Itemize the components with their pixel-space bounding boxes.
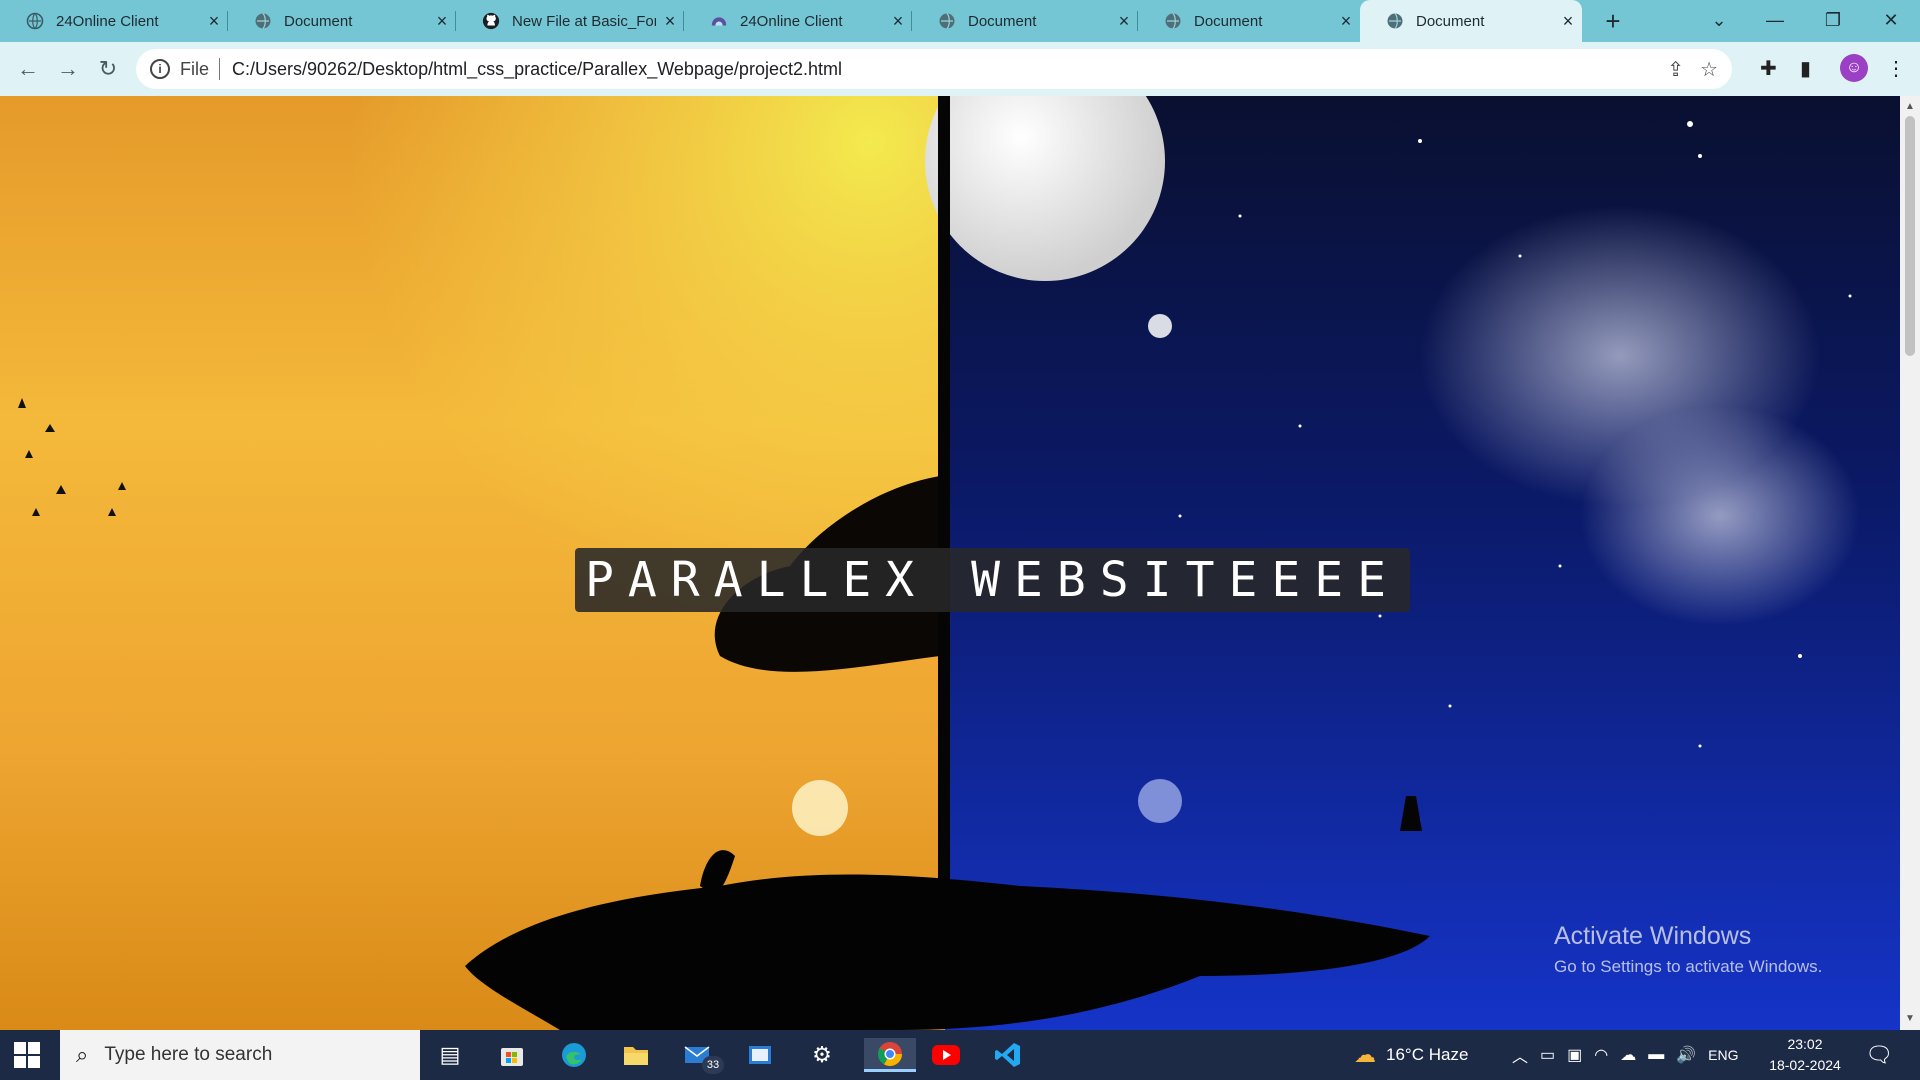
bookmark-star-icon[interactable]: ☆ [1700,57,1718,82]
tab-title: Document [968,12,1037,30]
tab-title: New File at Basic_For [512,12,656,30]
windows-taskbar: ⌕ Type here to search ▤ 33 ⚙ ☁ 16°C Haze… [0,1030,1920,1080]
info-icon[interactable]: i [150,59,170,79]
minimize-button[interactable]: — [1748,0,1802,42]
close-window-button[interactable]: ✕ [1864,0,1918,42]
settings-gear-icon[interactable]: ⚙ [804,1038,840,1072]
divider [219,58,221,80]
weather-widget[interactable]: ☁ 16°C Haze [1354,1030,1468,1080]
vscode-icon[interactable] [990,1038,1026,1072]
vertical-scrollbar[interactable]: ▲ ▼ [1900,96,1920,1030]
file-explorer-icon[interactable] [618,1038,654,1072]
tab-strip: 24Online Client × Document × New File at… [0,0,1920,42]
tab-0[interactable]: 24Online Client × [0,0,228,42]
new-tab-button[interactable]: + [1598,6,1628,36]
weather-haze-icon: ☁ [1354,1042,1376,1067]
close-icon[interactable]: × [200,11,228,32]
globe-icon [1386,12,1404,30]
language-indicator[interactable]: ENG [1708,1047,1738,1063]
activate-windows-heading: Activate Windows [1554,922,1752,950]
globe-icon [1164,12,1182,30]
cloud-icon [710,12,728,30]
github-icon [482,12,500,30]
notifications-icon[interactable]: 🗨 [1864,1038,1894,1072]
scroll-down-icon[interactable]: ▼ [1904,1014,1916,1024]
url-text[interactable]: C:/Users/90262/Desktop/html_css_practice… [232,59,842,80]
taskbar-search-box[interactable]: ⌕ Type here to search [60,1030,420,1080]
scroll-thumb[interactable] [1905,116,1915,356]
close-icon[interactable]: × [1332,11,1360,32]
wifi-icon[interactable]: ◠ [1594,1045,1608,1065]
battery-icon[interactable]: ▬ [1648,1046,1664,1064]
close-icon[interactable]: × [656,11,684,32]
search-icon: ⌕ [76,1042,89,1067]
youtube-icon[interactable] [928,1038,964,1072]
tab-title: Document [1194,12,1263,30]
close-icon[interactable]: × [1110,11,1138,32]
meet-now-icon[interactable]: ▭ [1540,1045,1555,1065]
tab-4[interactable]: Document × [912,0,1138,42]
tab-2[interactable]: New File at Basic_For × [456,0,684,42]
globe-icon [938,12,956,30]
browser-toolbar: ← → ↻ i File C:/Users/90262/Desktop/html… [0,42,1920,96]
weather-text: 16°C Haze [1386,1045,1469,1064]
taskbar-clock[interactable]: 23:02 18-02-2024 [1766,1034,1844,1076]
restore-button[interactable]: ❐ [1806,0,1860,42]
globe-icon [26,12,44,30]
windows-start-icon[interactable] [14,1042,40,1068]
extensions-icon[interactable]: ✚ [1760,56,1777,81]
forward-button[interactable]: → [52,53,84,85]
clock-time: 23:02 [1787,1036,1823,1052]
volume-icon[interactable]: 🔊 [1676,1045,1696,1065]
share-icon[interactable]: ⇪ [1667,57,1684,82]
app-tray-icon[interactable]: ▣ [1567,1045,1582,1065]
reload-button[interactable]: ↻ [92,53,124,85]
system-tray-icons: ︿ ▭ ▣ ◠ ☁ ▬ 🔊 ENG [1512,1030,1739,1080]
tab-title: Document [1416,12,1485,30]
close-icon[interactable]: × [1554,11,1582,32]
tab-search-chevron-icon[interactable]: ⌄ [1692,0,1746,42]
tab-title: 24Online Client [740,12,843,30]
page-viewport: PARALLEX WEBSITEEEE Activate Windows Go … [0,96,1900,1030]
show-hidden-icons-chevron-icon[interactable]: ︿ [1512,1043,1528,1067]
menu-icon[interactable]: ⋮ [1886,56,1906,81]
edge-browser-icon[interactable] [556,1038,592,1072]
globe-icon [254,12,272,30]
chrome-icon[interactable] [864,1038,916,1072]
back-button[interactable]: ← [12,53,44,85]
tab-3[interactable]: 24Online Client × [684,0,912,42]
hero-title: PARALLEX WEBSITEEEE [575,548,1411,612]
clock-date: 18-02-2024 [1769,1057,1841,1073]
mail-badge: 33 [702,1056,724,1074]
search-placeholder: Type here to search [104,1044,273,1065]
microsoft-store-icon[interactable] [494,1038,530,1072]
scroll-up-icon[interactable]: ▲ [1904,102,1916,112]
onedrive-cloud-icon[interactable]: ☁ [1620,1045,1636,1065]
activate-windows-subtext: Go to Settings to activate Windows. [1554,957,1823,976]
tab-6-active[interactable]: Document × [1360,0,1582,42]
task-view-icon[interactable]: ▤ [432,1038,468,1072]
side-panel-icon[interactable]: ▮ [1800,56,1811,81]
close-icon[interactable]: × [428,11,456,32]
app-window-icon[interactable] [742,1038,778,1072]
address-bar[interactable]: i File C:/Users/90262/Desktop/html_css_p… [136,49,1732,89]
scheme-label: File [180,58,210,79]
tab-1[interactable]: Document × [228,0,456,42]
tab-title: 24Online Client [56,12,159,30]
close-icon[interactable]: × [884,11,912,32]
tab-5[interactable]: Document × [1138,0,1360,42]
profile-avatar[interactable]: ☺ [1840,54,1868,82]
activate-windows-watermark: Activate Windows Go to Settings to activ… [1554,922,1822,977]
tab-title: Document [284,12,353,30]
